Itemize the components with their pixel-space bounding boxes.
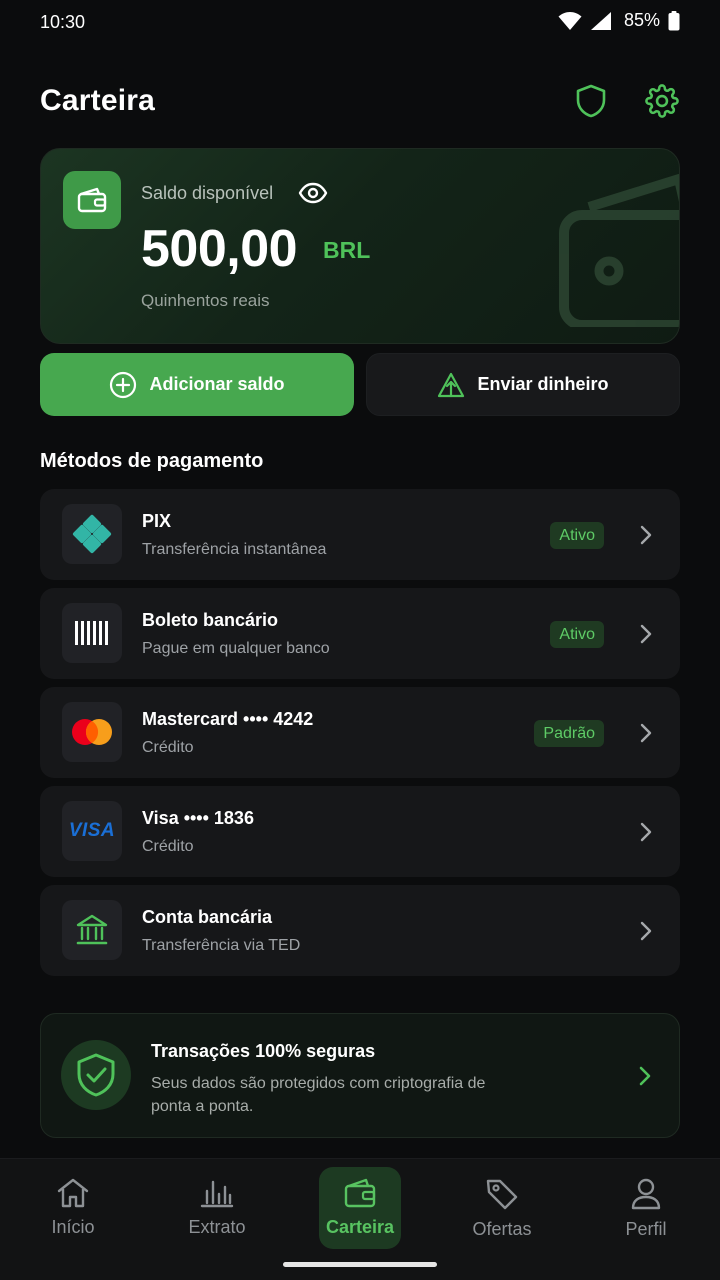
- wallet-icon: [344, 1178, 376, 1208]
- wifi-icon: [558, 11, 582, 30]
- method-name: Boleto bancário: [142, 610, 279, 630]
- status-bar: 10:30 85%: [0, 0, 720, 46]
- balance-amount-words: Quinhentos reais: [141, 291, 270, 310]
- nav-item-statement[interactable]: Extrato: [167, 1167, 267, 1249]
- payment-methods-title: Métodos de pagamento: [40, 450, 264, 472]
- balance-card: Saldo disponível 500,00 BRL Quinhentos r…: [40, 148, 680, 344]
- payment-method-visa[interactable]: VISA Visa •••• 1836 Crédito: [40, 786, 680, 877]
- payment-method-boleto[interactable]: Boleto bancário Pague em qualquer banco …: [40, 588, 680, 679]
- home-icon: [57, 1178, 89, 1208]
- security-description: Seus dados são protegidos com criptograf…: [151, 1075, 486, 1115]
- shield-icon: [576, 84, 606, 118]
- nav-label: Ofertas: [472, 1219, 532, 1239]
- security-info-card[interactable]: Transações 100% seguras Seus dados são p…: [40, 1013, 680, 1138]
- send-money-label: Enviar dinheiro: [477, 374, 609, 394]
- pix-icon: [62, 504, 122, 564]
- add-balance-button[interactable]: Adicionar saldo: [40, 353, 354, 416]
- battery-icon: [668, 10, 680, 30]
- chevron-right-icon: [640, 921, 652, 941]
- nav-item-profile[interactable]: Perfil: [596, 1167, 696, 1249]
- method-name: Mastercard •••• 4242: [142, 709, 314, 729]
- battery-percent: 85%: [623, 10, 660, 30]
- settings-button[interactable]: [643, 82, 681, 120]
- eye-icon: [298, 182, 328, 204]
- wallet-icon: [77, 187, 107, 213]
- chevron-right-icon: [639, 1066, 651, 1086]
- nav-label: Extrato: [188, 1217, 246, 1237]
- security-shield-badge: [61, 1040, 131, 1110]
- nav-item-wallet[interactable]: Carteira: [319, 1167, 401, 1249]
- visa-icon: VISA: [62, 801, 122, 861]
- plus-circle-icon: [110, 371, 137, 398]
- nav-item-offers[interactable]: Ofertas: [452, 1167, 552, 1249]
- mastercard-icon: [62, 702, 122, 762]
- method-name: PIX: [142, 511, 172, 531]
- nav-label: Perfil: [625, 1219, 667, 1239]
- chevron-right-icon: [640, 624, 652, 644]
- send-icon: [438, 372, 465, 397]
- home-indicator[interactable]: [283, 1262, 437, 1267]
- bank-icon: [62, 900, 122, 960]
- chevron-right-icon: [640, 822, 652, 842]
- tag-icon: [486, 1179, 518, 1210]
- payment-method-mastercard[interactable]: Mastercard •••• 4242 Crédito Padrão: [40, 687, 680, 778]
- chevron-right-icon: [640, 525, 652, 545]
- status-badge: Ativo: [550, 621, 604, 648]
- wallet-screen: 10:30 85% Carteira Saldo disponível 500,…: [0, 0, 720, 1280]
- method-name: Conta bancária: [142, 907, 273, 927]
- nav-label: Início: [51, 1217, 95, 1237]
- shield-check-icon: [77, 1053, 115, 1097]
- method-description: Pague em qualquer banco: [142, 640, 330, 657]
- wallet-watermark-icon: [559, 174, 679, 327]
- payment-method-pix[interactable]: PIX Transferência instantânea Ativo: [40, 489, 680, 580]
- wallet-badge: [63, 171, 121, 229]
- add-balance-label: Adicionar saldo: [149, 374, 285, 394]
- send-money-button[interactable]: Enviar dinheiro: [366, 353, 680, 416]
- method-description: Crédito: [142, 739, 194, 756]
- nav-item-home[interactable]: Início: [23, 1167, 123, 1249]
- default-badge: Padrão: [534, 720, 604, 747]
- method-description: Crédito: [142, 838, 194, 855]
- balance-currency: BRL: [323, 237, 371, 263]
- balance-label: Saldo disponível: [141, 183, 274, 203]
- barcode-icon: [62, 603, 122, 663]
- security-button[interactable]: [572, 82, 610, 120]
- method-description: Transferência instantânea: [142, 541, 327, 558]
- chevron-right-icon: [640, 723, 652, 743]
- visa-logo-text: VISA: [68, 820, 116, 841]
- user-icon: [631, 1178, 661, 1210]
- status-icons: 85%: [558, 10, 680, 31]
- nav-label: Carteira: [325, 1217, 395, 1237]
- page-title: Carteira: [40, 84, 155, 117]
- signal-icon: [590, 11, 611, 30]
- balance-amount: 500,00: [141, 220, 298, 278]
- toggle-balance-visibility[interactable]: [297, 179, 329, 207]
- bar-chart-icon: [200, 1180, 234, 1208]
- status-badge: Ativo: [550, 522, 604, 549]
- payment-method-bank-account[interactable]: Conta bancária Transferência via TED: [40, 885, 680, 976]
- method-description: Transferência via TED: [142, 937, 301, 954]
- security-title: Transações 100% seguras: [151, 1041, 376, 1061]
- status-time: 10:30: [40, 12, 86, 32]
- gear-icon: [645, 84, 679, 118]
- method-name: Visa •••• 1836: [142, 808, 254, 828]
